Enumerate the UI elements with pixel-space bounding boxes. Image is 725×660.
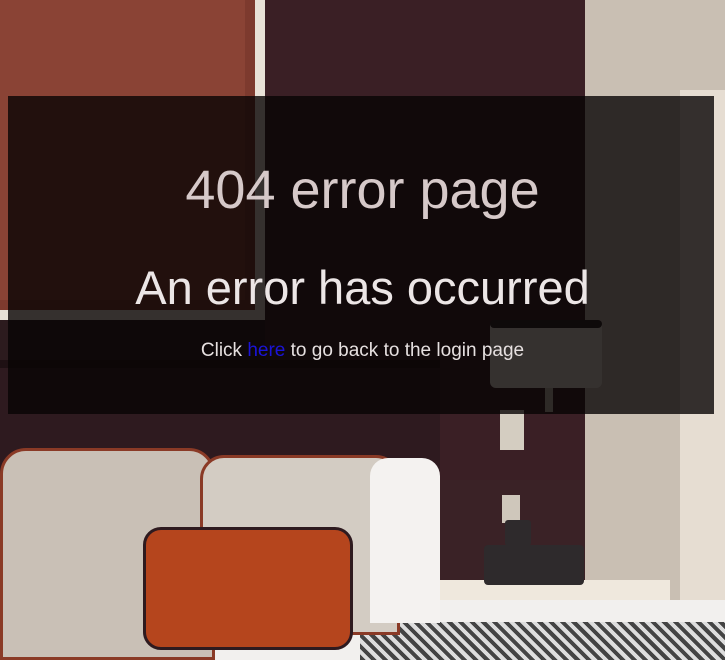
bed-throw bbox=[360, 622, 725, 660]
orange-cushion bbox=[143, 527, 353, 650]
error-subtitle: An error has occurred bbox=[135, 261, 590, 314]
pillow-right bbox=[370, 458, 440, 623]
error-overlay bbox=[8, 96, 714, 414]
error-title: 404 error page bbox=[185, 160, 540, 220]
login-link[interactable]: here bbox=[247, 340, 285, 361]
wall-outlet bbox=[502, 495, 520, 523]
telephone bbox=[505, 520, 531, 546]
clock-radio bbox=[484, 545, 584, 585]
message-suffix: to go back to the login page bbox=[290, 340, 525, 361]
wall-plate bbox=[500, 410, 524, 450]
error-message: Click here to go back to the login page bbox=[0, 340, 725, 363]
message-prefix: Click bbox=[200, 340, 243, 361]
